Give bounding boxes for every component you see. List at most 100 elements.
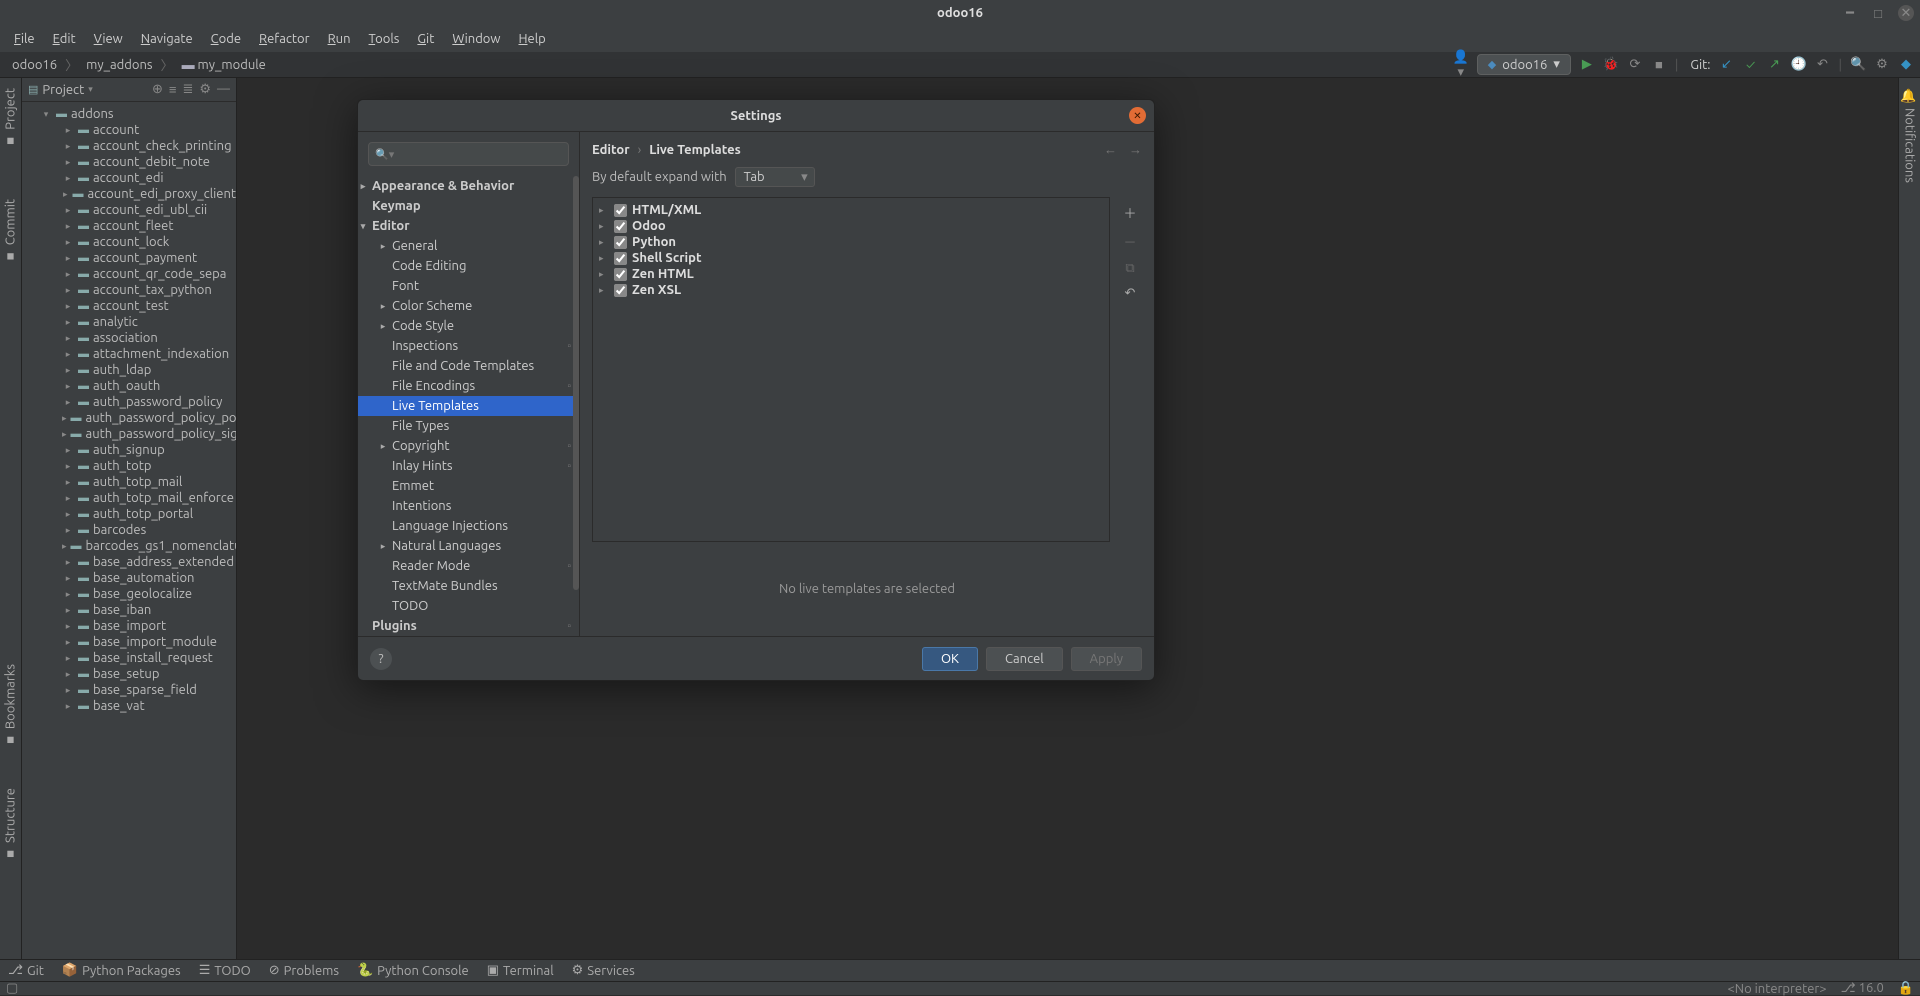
notifications-tab[interactable]: 🔔 Notifications — [1902, 88, 1917, 183]
menu-navigate[interactable]: Navigate — [133, 29, 201, 49]
settings-nav-item[interactable]: File Encodings▫ — [358, 376, 579, 396]
run-icon[interactable]: ▶ — [1579, 57, 1595, 72]
menu-view[interactable]: View — [86, 29, 131, 49]
scrollbar[interactable] — [573, 176, 579, 590]
settings-nav-item[interactable]: File Types — [358, 416, 579, 436]
collapse-icon[interactable]: ≣ — [182, 82, 193, 97]
toolwindow-services[interactable]: ⚙Services — [572, 963, 635, 978]
tree-row[interactable]: ▸▬account_tax_python — [22, 282, 236, 298]
breadcrumb-segment[interactable]: odoo16 — [6, 56, 63, 74]
dialog-close-button[interactable]: ✕ — [1129, 107, 1146, 124]
tree-row[interactable]: ▸▬auth_password_policy_signup — [22, 426, 236, 442]
tree-row[interactable]: ▸▬association — [22, 330, 236, 346]
tree-row[interactable]: ▸▬base_import — [22, 618, 236, 634]
settings-nav-item[interactable]: Reader Mode▫ — [358, 556, 579, 576]
gear-icon[interactable]: ⚙ — [1874, 57, 1890, 72]
settings-nav-item[interactable]: ▸Natural Languages — [358, 536, 579, 556]
menu-window[interactable]: Window — [444, 29, 508, 49]
lock-icon[interactable]: 🔒 — [1898, 981, 1914, 996]
template-group[interactable]: ▸HTML/XML — [597, 202, 1105, 218]
search-icon[interactable]: 🔍 — [1850, 57, 1866, 72]
settings-nav-item[interactable]: Emmet — [358, 476, 579, 496]
git-commit-icon[interactable]: ✓ — [1743, 58, 1759, 72]
settings-nav-item[interactable]: Plugins▫ — [358, 616, 579, 636]
gutter-tab-commit[interactable]: ■Commit — [3, 199, 18, 264]
settings-nav-item[interactable]: Inspections▫ — [358, 336, 579, 356]
toolwindow-todo[interactable]: ☰TODO — [199, 963, 251, 978]
tree-row[interactable]: ▸▬base_sparse_field — [22, 682, 236, 698]
forward-icon[interactable]: → — [1129, 142, 1142, 157]
template-checkbox[interactable] — [614, 220, 627, 233]
gutter-tab-bookmarks[interactable]: ■Bookmarks — [3, 664, 18, 748]
settings-nav-item[interactable]: Inlay Hints▫ — [358, 456, 579, 476]
tree-row[interactable]: ▸▬account_edi — [22, 170, 236, 186]
apply-button[interactable]: Apply — [1071, 647, 1142, 671]
user-icon[interactable]: 👤▾ — [1453, 50, 1469, 80]
settings-nav-item[interactable]: ▸General — [358, 236, 579, 256]
tree-row[interactable]: ▸▬account_check_printing — [22, 138, 236, 154]
template-checkbox[interactable] — [614, 204, 627, 217]
tree-row[interactable]: ▸▬auth_totp_mail_enforce — [22, 490, 236, 506]
template-checkbox[interactable] — [614, 252, 627, 265]
settings-nav-item[interactable]: Font — [358, 276, 579, 296]
tree-row[interactable]: ▸▬account_qr_code_sepa — [22, 266, 236, 282]
pycharm-icon[interactable]: ◆ — [1898, 57, 1914, 72]
rerun-icon[interactable]: ⟳ — [1627, 57, 1643, 72]
template-group[interactable]: ▸Zen XSL — [597, 282, 1105, 298]
settings-nav-item[interactable]: Live Templates — [358, 396, 579, 416]
tree-row[interactable]: ▸▬auth_password_policy — [22, 394, 236, 410]
tree-row[interactable]: ▸▬base_geolocalize — [22, 586, 236, 602]
tree-row[interactable]: ▸▬auth_totp_mail — [22, 474, 236, 490]
settings-nav-item[interactable]: ▸Code Style — [358, 316, 579, 336]
tree-row[interactable]: ▾▬addons — [22, 106, 236, 122]
settings-nav-item[interactable]: Language Injections — [358, 516, 579, 536]
gutter-tab-project[interactable]: ■Project — [3, 88, 18, 149]
breadcrumb-segment[interactable]: ▬ my_module — [176, 55, 272, 74]
settings-nav-item[interactable]: File and Code Templates — [358, 356, 579, 376]
gear-icon[interactable]: ⚙ — [199, 82, 211, 97]
tree-row[interactable]: ▸▬auth_ldap — [22, 362, 236, 378]
settings-nav-item[interactable]: Code Editing — [358, 256, 579, 276]
toolwindow-python-console[interactable]: 🐍Python Console — [357, 963, 469, 978]
tree-row[interactable]: ▸▬account_payment — [22, 250, 236, 266]
template-group[interactable]: ▸Zen HTML — [597, 266, 1105, 282]
gutter-tab-structure[interactable]: ■Structure — [3, 788, 18, 862]
template-checkbox[interactable] — [614, 236, 627, 249]
templates-list[interactable]: ▸HTML/XML▸Odoo▸Python▸Shell Script▸Zen H… — [593, 198, 1109, 541]
menu-help[interactable]: Help — [510, 29, 553, 49]
ok-button[interactable]: OK — [922, 647, 978, 671]
interpreter-status[interactable]: <No interpreter> — [1727, 982, 1826, 996]
run-config-dropdown[interactable]: ◆ odoo16 ▾ — [1477, 54, 1571, 75]
breadcrumb-segment[interactable]: my_addons — [80, 56, 158, 74]
tree-row[interactable]: ▸▬barcodes_gs1_nomenclature — [22, 538, 236, 554]
add-icon[interactable]: ＋ — [1123, 203, 1136, 222]
project-tree[interactable]: ▾▬addons▸▬account▸▬account_check_printin… — [22, 102, 236, 967]
git-push-icon[interactable]: ↗ — [1767, 57, 1783, 72]
status-left-icon[interactable]: ▢ — [6, 981, 18, 996]
settings-crumb-root[interactable]: Editor — [592, 143, 630, 157]
settings-search-input[interactable]: 🔍▾ — [368, 142, 569, 166]
tree-row[interactable]: ▸▬account_debit_note — [22, 154, 236, 170]
template-group[interactable]: ▸Shell Script — [597, 250, 1105, 266]
settings-tree[interactable]: ▸Appearance & BehaviorKeymap▾Editor▸Gene… — [358, 176, 579, 636]
stop-icon[interactable]: ■ — [1651, 57, 1667, 72]
template-checkbox[interactable] — [614, 284, 627, 297]
tree-row[interactable]: ▸▬account — [22, 122, 236, 138]
tree-row[interactable]: ▸▬auth_oauth — [22, 378, 236, 394]
hide-icon[interactable]: — — [217, 82, 230, 97]
chevron-down-icon[interactable]: ▾ — [88, 84, 93, 95]
tree-row[interactable]: ▸▬auth_password_policy_portal — [22, 410, 236, 426]
tree-row[interactable]: ▸▬account_test — [22, 298, 236, 314]
settings-nav-item[interactable]: ▸Color Scheme — [358, 296, 579, 316]
revert-icon[interactable]: ↶ — [1125, 286, 1136, 301]
git-update-icon[interactable]: ↙ — [1719, 57, 1735, 72]
toolwindow-python-packages[interactable]: 📦Python Packages — [62, 963, 181, 978]
remove-icon[interactable]: － — [1123, 232, 1136, 251]
settings-nav-item[interactable]: ▸Copyright▫ — [358, 436, 579, 456]
menu-file[interactable]: File — [6, 29, 43, 49]
tree-row[interactable]: ▸▬base_install_request — [22, 650, 236, 666]
expand-icon[interactable]: ≡ — [169, 82, 177, 97]
settings-nav-item[interactable]: TextMate Bundles — [358, 576, 579, 596]
tree-row[interactable]: ▸▬base_address_extended — [22, 554, 236, 570]
git-revert-icon[interactable]: ↶ — [1815, 57, 1831, 72]
